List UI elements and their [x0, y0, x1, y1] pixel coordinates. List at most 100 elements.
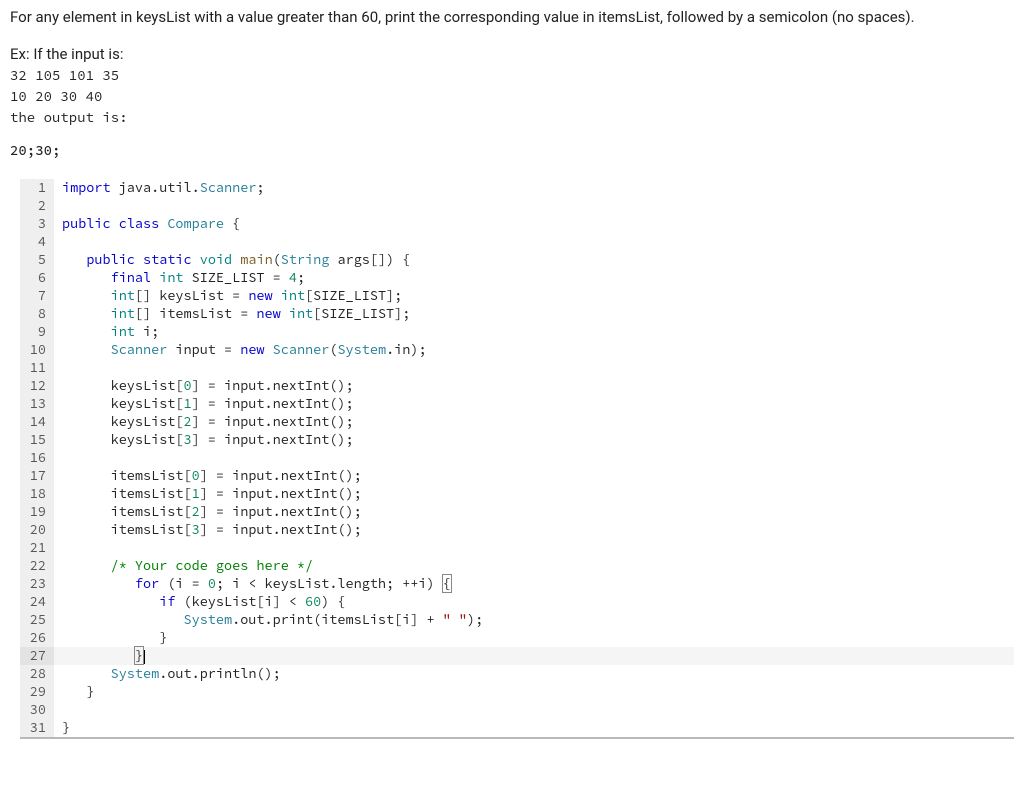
line-number: 6 [20, 269, 54, 287]
code-line[interactable]: 22 /* Your code goes here */ [20, 557, 1014, 575]
code-line[interactable]: 12 keysList[0] = input.nextInt(); [20, 377, 1014, 395]
problem-statement-text: For any element in keysList with a value… [10, 8, 915, 26]
line-number: 30 [20, 701, 54, 719]
text-caret [144, 650, 145, 664]
code-line[interactable]: 4 [20, 233, 1014, 251]
code-content[interactable]: } [54, 647, 1014, 665]
line-number: 7 [20, 287, 54, 305]
code-line[interactable]: 17 itemsList[0] = input.nextInt(); [20, 467, 1014, 485]
code-line[interactable]: 25 System.out.print(itemsList[i] + " "); [20, 611, 1014, 629]
code-content[interactable] [54, 449, 1014, 467]
code-content[interactable]: itemsList[3] = input.nextInt(); [54, 521, 1014, 539]
code-content[interactable]: public static void main(String args[]) { [54, 251, 1014, 269]
code-content[interactable]: itemsList[0] = input.nextInt(); [54, 467, 1014, 485]
code-line[interactable]: 31} [20, 719, 1014, 737]
line-number: 9 [20, 323, 54, 341]
code-line[interactable]: 2 [20, 197, 1014, 215]
code-content[interactable]: Scanner input = new Scanner(System.in); [54, 341, 1014, 359]
line-number: 26 [20, 629, 54, 647]
code-content[interactable]: keysList[2] = input.nextInt(); [54, 413, 1014, 431]
code-content[interactable] [54, 359, 1014, 377]
code-content[interactable]: import java.util.Scanner; [54, 179, 1014, 197]
code-line[interactable]: 8 int[] itemsList = new int[SIZE_LIST]; [20, 305, 1014, 323]
line-number: 27 [20, 647, 54, 665]
code-line[interactable]: 3public class Compare { [20, 215, 1014, 233]
line-number: 12 [20, 377, 54, 395]
code-content[interactable] [54, 701, 1014, 719]
line-number: 19 [20, 503, 54, 521]
line-number: 14 [20, 413, 54, 431]
code-content[interactable]: final int SIZE_LIST = 4; [54, 269, 1014, 287]
code-line[interactable]: 19 itemsList[2] = input.nextInt(); [20, 503, 1014, 521]
code-content[interactable]: public class Compare { [54, 215, 1014, 233]
code-content[interactable]: keysList[3] = input.nextInt(); [54, 431, 1014, 449]
code-content[interactable]: } [54, 629, 1014, 647]
line-number: 20 [20, 521, 54, 539]
example-input-line-2: 10 20 30 40 [10, 86, 1014, 107]
code-content[interactable]: keysList[0] = input.nextInt(); [54, 377, 1014, 395]
code-line[interactable]: 15 keysList[3] = input.nextInt(); [20, 431, 1014, 449]
line-number: 10 [20, 341, 54, 359]
line-number: 2 [20, 197, 54, 215]
line-number: 3 [20, 215, 54, 233]
code-content[interactable]: itemsList[2] = input.nextInt(); [54, 503, 1014, 521]
code-content[interactable] [54, 197, 1014, 215]
code-line[interactable]: 28 System.out.println(); [20, 665, 1014, 683]
line-number: 31 [20, 719, 54, 737]
code-content[interactable]: keysList[1] = input.nextInt(); [54, 395, 1014, 413]
code-content[interactable]: /* Your code goes here */ [54, 557, 1014, 575]
code-line[interactable]: 5 public static void main(String args[])… [20, 251, 1014, 269]
code-content[interactable]: System.out.println(); [54, 665, 1014, 683]
code-line[interactable]: 7 int[] keysList = new int[SIZE_LIST]; [20, 287, 1014, 305]
code-content[interactable]: if (keysList[i] < 60) { [54, 593, 1014, 611]
code-content[interactable]: } [54, 683, 1014, 701]
line-number: 25 [20, 611, 54, 629]
example-label: Ex: If the input is: [10, 43, 1014, 66]
code-line[interactable]: 1import java.util.Scanner; [20, 179, 1014, 197]
line-number: 15 [20, 431, 54, 449]
code-line[interactable]: 6 final int SIZE_LIST = 4; [20, 269, 1014, 287]
code-line[interactable]: 20 itemsList[3] = input.nextInt(); [20, 521, 1014, 539]
line-number: 1 [20, 179, 54, 197]
code-content[interactable]: System.out.print(itemsList[i] + " "); [54, 611, 1014, 629]
code-line[interactable]: 26 } [20, 629, 1014, 647]
line-number: 29 [20, 683, 54, 701]
code-line[interactable]: 13 keysList[1] = input.nextInt(); [20, 395, 1014, 413]
code-line[interactable]: 14 keysList[2] = input.nextInt(); [20, 413, 1014, 431]
line-number: 16 [20, 449, 54, 467]
line-number: 22 [20, 557, 54, 575]
code-editor[interactable]: 1import java.util.Scanner;2 3public clas… [20, 179, 1014, 739]
problem-statement: For any element in keysList with a value… [10, 6, 1014, 29]
line-number: 11 [20, 359, 54, 377]
code-content[interactable] [54, 539, 1014, 557]
line-number: 8 [20, 305, 54, 323]
example-output-label: the output is: [10, 107, 1014, 128]
line-number: 5 [20, 251, 54, 269]
code-line[interactable]: 21 [20, 539, 1014, 557]
code-content[interactable]: } [54, 719, 1014, 737]
line-number: 17 [20, 467, 54, 485]
code-line[interactable]: 30 [20, 701, 1014, 719]
code-line[interactable]: 24 if (keysList[i] < 60) { [20, 593, 1014, 611]
example-input-line-1: 32 105 101 35 [10, 65, 1014, 86]
line-number: 23 [20, 575, 54, 593]
line-number: 21 [20, 539, 54, 557]
line-number: 28 [20, 665, 54, 683]
code-line[interactable]: 18 itemsList[1] = input.nextInt(); [20, 485, 1014, 503]
code-content[interactable]: int i; [54, 323, 1014, 341]
code-line[interactable]: 16 [20, 449, 1014, 467]
code-line[interactable]: 10 Scanner input = new Scanner(System.in… [20, 341, 1014, 359]
code-content[interactable]: int[] keysList = new int[SIZE_LIST]; [54, 287, 1014, 305]
code-content[interactable] [54, 233, 1014, 251]
code-line[interactable]: 11 [20, 359, 1014, 377]
code-content[interactable]: itemsList[1] = input.nextInt(); [54, 485, 1014, 503]
example-output: 20;30; [10, 140, 1014, 161]
code-line[interactable]: 29 } [20, 683, 1014, 701]
line-number: 24 [20, 593, 54, 611]
code-content[interactable]: int[] itemsList = new int[SIZE_LIST]; [54, 305, 1014, 323]
line-number: 18 [20, 485, 54, 503]
code-content[interactable]: for (i = 0; i < keysList.length; ++i) { [54, 575, 1014, 593]
code-line[interactable]: 27 } [20, 647, 1014, 665]
code-line[interactable]: 23 for (i = 0; i < keysList.length; ++i)… [20, 575, 1014, 593]
code-line[interactable]: 9 int i; [20, 323, 1014, 341]
